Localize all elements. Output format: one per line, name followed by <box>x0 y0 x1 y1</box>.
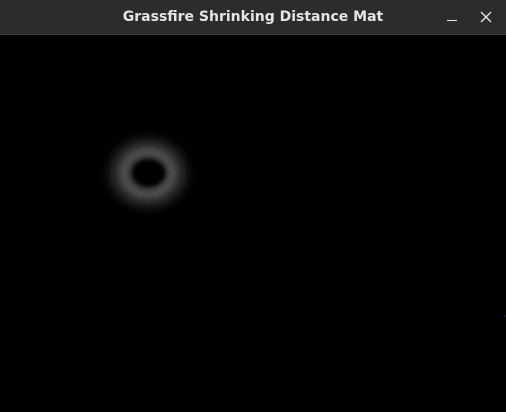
window-title: Grassfire Shrinking Distance Mat <box>122 9 384 25</box>
app-window: Grassfire Shrinking Distance Mat <box>0 0 506 412</box>
window-titlebar[interactable]: Grassfire Shrinking Distance Mat <box>0 0 506 35</box>
grassfire-blob-core <box>133 161 165 185</box>
close-icon <box>480 11 492 23</box>
minimize-button[interactable] <box>441 6 463 28</box>
minimize-icon <box>447 20 457 21</box>
close-button[interactable] <box>475 6 497 28</box>
distance-mat-canvas <box>0 35 506 412</box>
